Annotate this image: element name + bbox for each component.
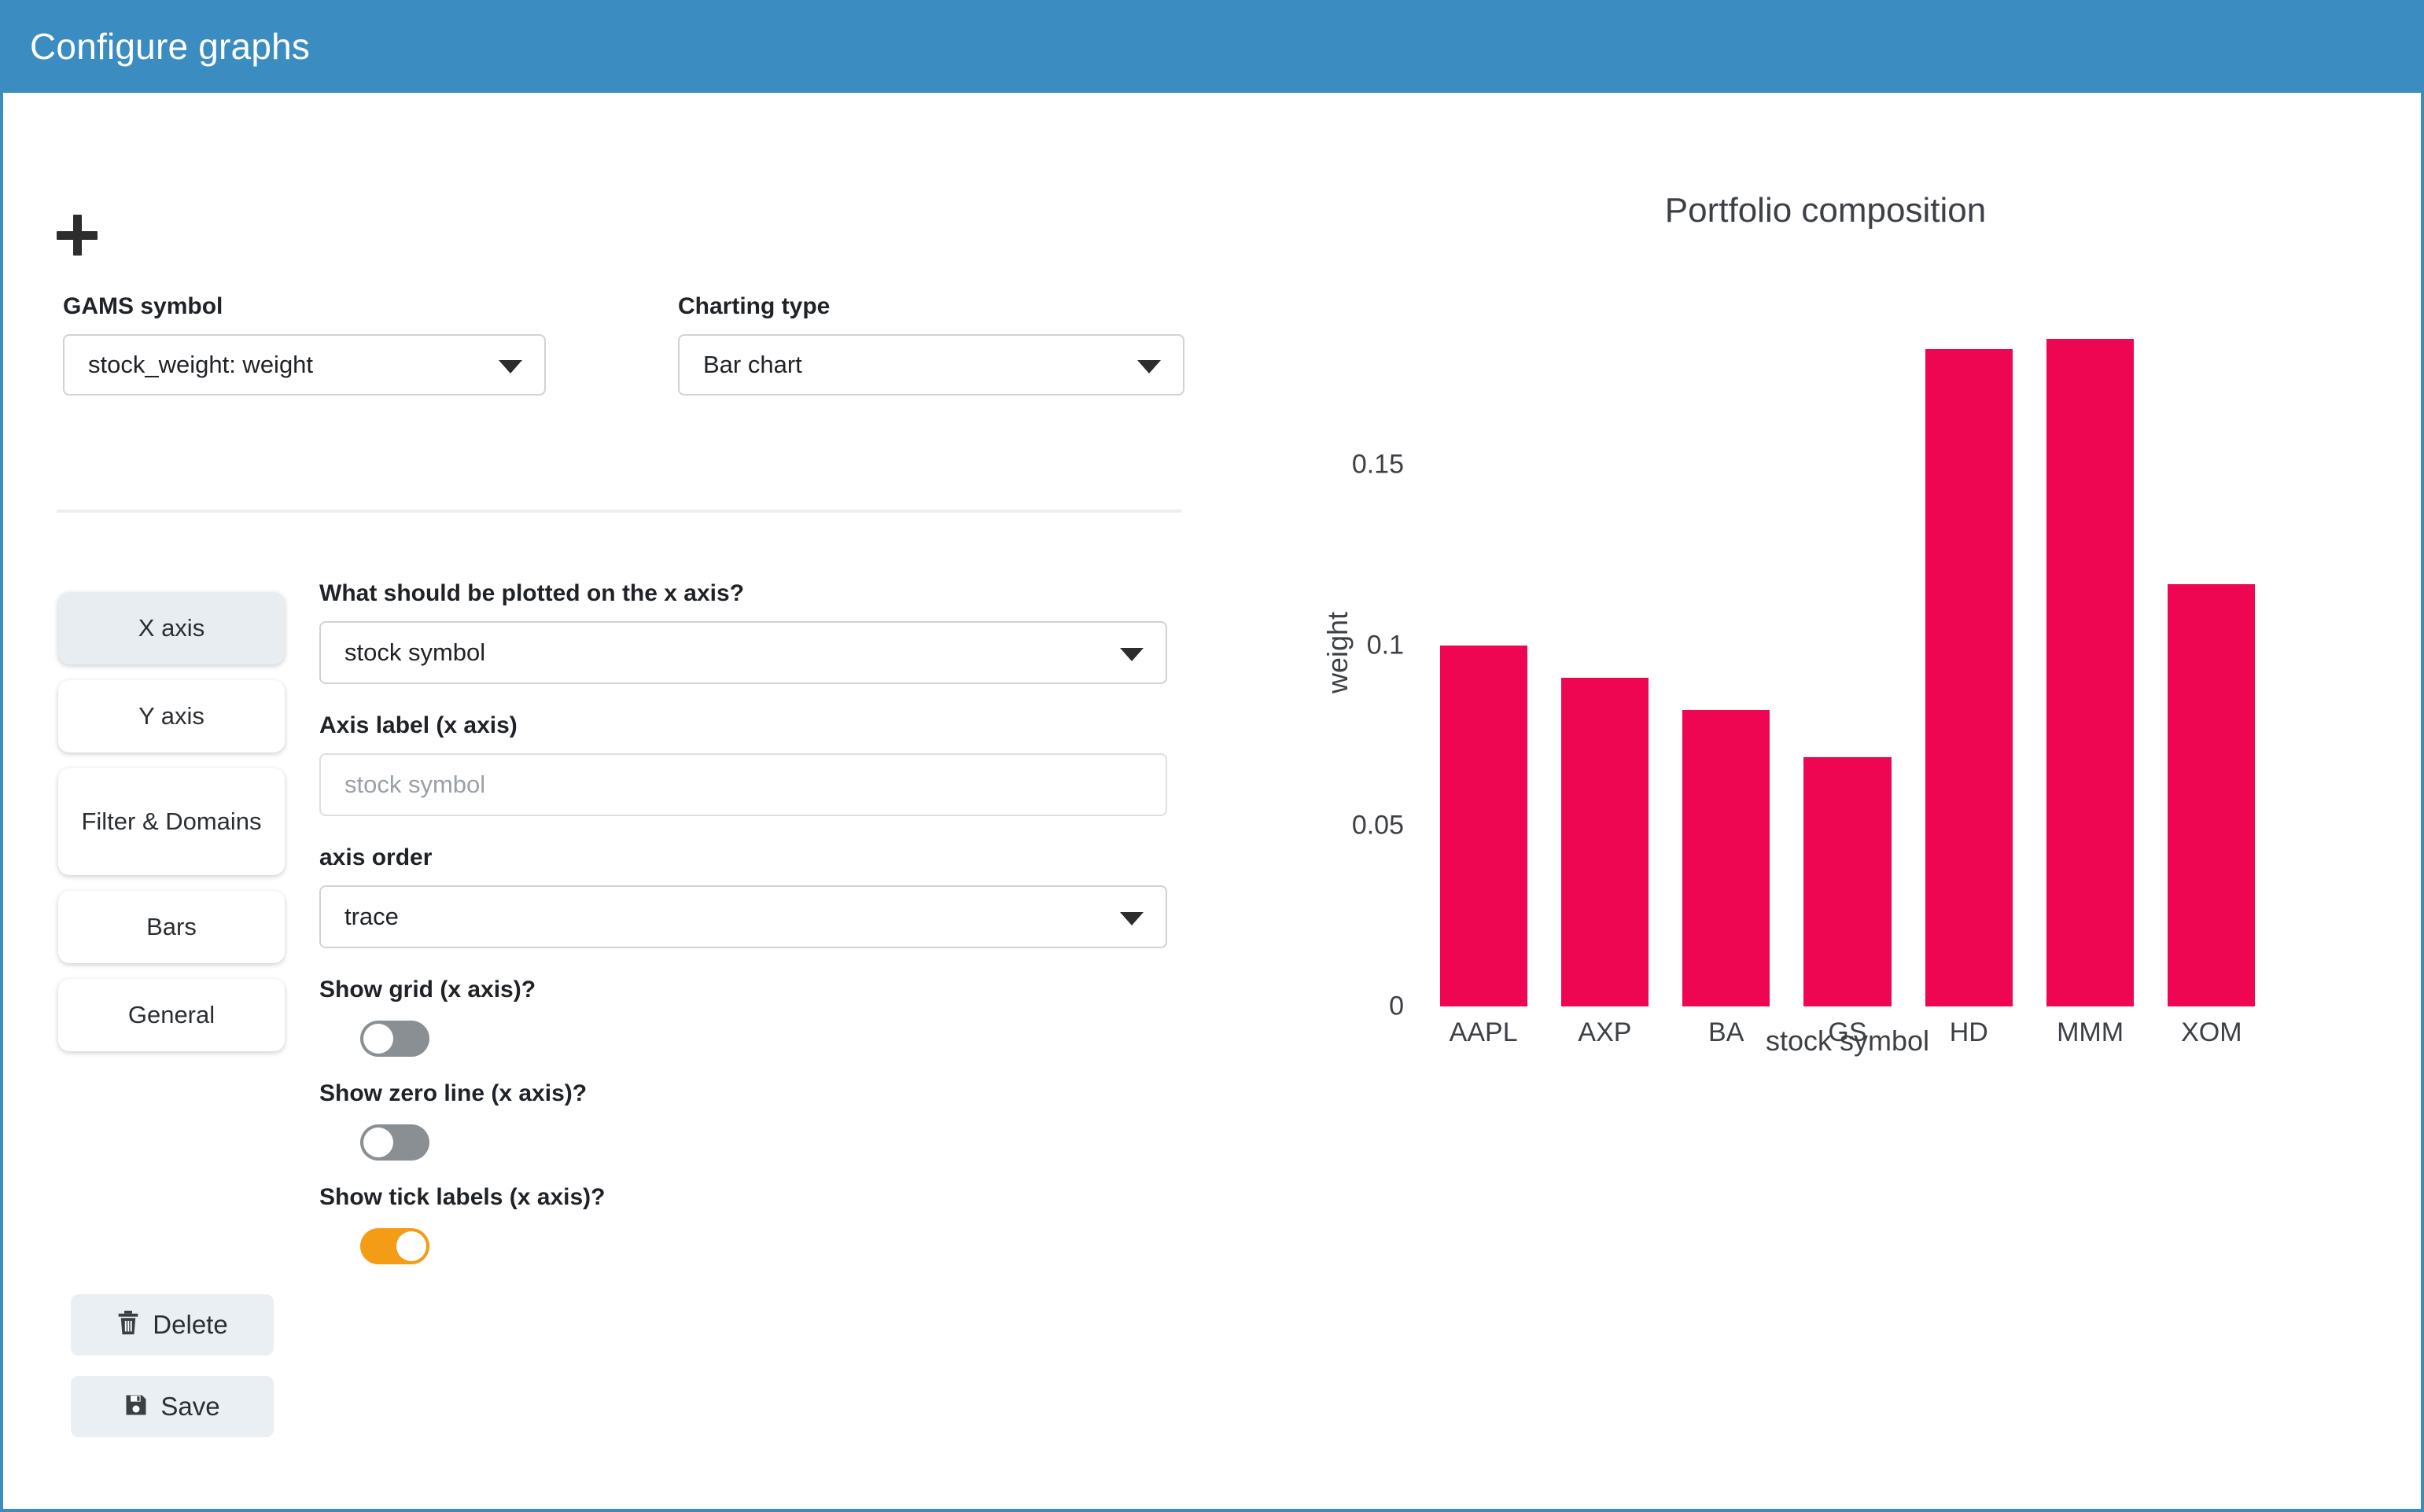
settings-tab-list: X axis Y axis Filter & Domains Bars Gene… bbox=[58, 592, 285, 1067]
charting-type-label: Charting type bbox=[678, 293, 1184, 320]
chevron-down-icon bbox=[1137, 360, 1161, 373]
gams-symbol-field: GAMS symbol stock_weight: weight bbox=[63, 293, 546, 395]
delete-button[interactable]: Delete bbox=[71, 1294, 274, 1356]
chart-panel: Portfolio composition weight 00.050.10.1… bbox=[1230, 93, 2421, 1509]
chart-bar-slot: HD bbox=[1908, 299, 2029, 1006]
tab-bars-label: Bars bbox=[146, 912, 197, 942]
chart-bar-slot: BA bbox=[1666, 299, 1787, 1006]
axis-order-select[interactable]: trace bbox=[319, 885, 1167, 948]
delete-button-label: Delete bbox=[153, 1310, 227, 1340]
chart-y-tick: 0.05 bbox=[1352, 811, 1404, 841]
tab-x-axis-label: X axis bbox=[138, 613, 204, 643]
add-graph-icon[interactable] bbox=[57, 215, 101, 259]
chevron-down-icon bbox=[499, 360, 522, 373]
chart-bar-slot: AXP bbox=[1544, 299, 1665, 1006]
tab-y-axis[interactable]: Y axis bbox=[58, 680, 285, 752]
x-plot-select[interactable]: stock symbol bbox=[319, 621, 1167, 684]
axis-order-value: trace bbox=[344, 903, 399, 931]
x-axis-label-input[interactable]: stock symbol bbox=[319, 753, 1167, 816]
toggle-knob bbox=[363, 1024, 393, 1054]
chart-bar-slot: MMM bbox=[2029, 299, 2150, 1006]
floppy-disk-icon bbox=[124, 1393, 148, 1421]
chevron-down-icon bbox=[1120, 912, 1144, 925]
chart-x-axis-title: stock symbol bbox=[1423, 1025, 2272, 1058]
x-axis-label-field: Axis label (x axis) stock symbol bbox=[319, 712, 1167, 816]
chart-bar[interactable] bbox=[2046, 339, 2134, 1006]
gams-symbol-value: stock_weight: weight bbox=[88, 351, 313, 379]
chart-y-tick: 0.1 bbox=[1367, 630, 1404, 660]
show-tick-labels-field: Show tick labels (x axis)? bbox=[319, 1184, 1167, 1264]
show-zero-line-field: Show zero line (x axis)? bbox=[319, 1080, 1167, 1161]
chart-y-tick: 0.15 bbox=[1352, 450, 1404, 480]
tab-filter-domains[interactable]: Filter & Domains bbox=[58, 768, 285, 875]
tab-y-axis-label: Y axis bbox=[138, 701, 204, 731]
chart-bar[interactable] bbox=[1561, 678, 1649, 1006]
x-axis-settings-form: What should be plotted on the x axis? st… bbox=[319, 580, 1167, 1288]
toggle-knob bbox=[363, 1128, 393, 1157]
configuration-panel: GAMS symbol stock_weight: weight Chartin… bbox=[3, 93, 1230, 1509]
gams-symbol-select[interactable]: stock_weight: weight bbox=[63, 334, 546, 395]
chart-plot-area: weight 00.050.10.15 AAPLAXPBAGSHDMMMXOM bbox=[1423, 299, 2272, 1006]
axis-order-field: axis order trace bbox=[319, 844, 1167, 948]
chart-title: Portfolio composition bbox=[1230, 191, 2421, 230]
trash-icon bbox=[116, 1311, 140, 1340]
chart-y-axis-title: weight bbox=[1321, 612, 1354, 693]
tab-general[interactable]: General bbox=[58, 979, 285, 1051]
toggle-knob bbox=[396, 1231, 426, 1261]
tab-general-label: General bbox=[128, 1000, 215, 1030]
save-button[interactable]: Save bbox=[71, 1376, 274, 1437]
gams-symbol-label: GAMS symbol bbox=[63, 293, 546, 320]
tab-x-axis[interactable]: X axis bbox=[58, 592, 285, 664]
x-axis-label-label: Axis label (x axis) bbox=[319, 712, 1167, 739]
chart-bar-slot: GS bbox=[1787, 299, 1908, 1006]
chart-y-tick: 0 bbox=[1389, 991, 1404, 1022]
show-tick-labels-label: Show tick labels (x axis)? bbox=[319, 1184, 1167, 1211]
chart-bar[interactable] bbox=[2168, 584, 2255, 1006]
chart-bar[interactable] bbox=[1440, 646, 1527, 1006]
window-title: Configure graphs bbox=[30, 25, 310, 68]
portfolio-composition-chart: Portfolio composition weight 00.050.10.1… bbox=[1230, 93, 2421, 1509]
chart-bar[interactable] bbox=[1682, 710, 1770, 1006]
show-grid-field: Show grid (x axis)? bbox=[319, 977, 1167, 1057]
window-title-bar: Configure graphs bbox=[3, 0, 2421, 93]
chart-bar[interactable] bbox=[1925, 349, 2013, 1006]
show-zero-line-label: Show zero line (x axis)? bbox=[319, 1080, 1167, 1107]
save-button-label: Save bbox=[160, 1392, 219, 1422]
show-zero-line-toggle[interactable] bbox=[360, 1124, 429, 1161]
tab-bars[interactable]: Bars bbox=[58, 891, 285, 963]
section-divider bbox=[57, 510, 1181, 513]
chart-bar-slot: XOM bbox=[2151, 299, 2272, 1006]
x-plot-label: What should be plotted on the x axis? bbox=[319, 580, 1167, 607]
charting-type-field: Charting type Bar chart bbox=[678, 293, 1184, 395]
chart-bar[interactable] bbox=[1803, 757, 1891, 1006]
axis-order-label: axis order bbox=[319, 844, 1167, 871]
show-grid-toggle[interactable] bbox=[360, 1021, 429, 1057]
show-tick-labels-toggle[interactable] bbox=[360, 1228, 429, 1264]
charting-type-select[interactable]: Bar chart bbox=[678, 334, 1184, 395]
window-body: GAMS symbol stock_weight: weight Chartin… bbox=[3, 93, 2421, 1509]
x-plot-field: What should be plotted on the x axis? st… bbox=[319, 580, 1167, 684]
action-button-group: Delete Save bbox=[71, 1294, 274, 1458]
chart-bar-slot: AAPL bbox=[1423, 299, 1544, 1006]
configure-graphs-window: Configure graphs GAMS symbol stock_weigh… bbox=[0, 0, 2424, 1512]
chart-bars: AAPLAXPBAGSHDMMMXOM bbox=[1423, 299, 2272, 1006]
tab-filter-domains-label: Filter & Domains bbox=[81, 807, 261, 837]
show-grid-label: Show grid (x axis)? bbox=[319, 977, 1167, 1003]
x-plot-value: stock symbol bbox=[344, 638, 485, 667]
charting-type-value: Bar chart bbox=[703, 351, 802, 379]
chevron-down-icon bbox=[1120, 648, 1144, 661]
